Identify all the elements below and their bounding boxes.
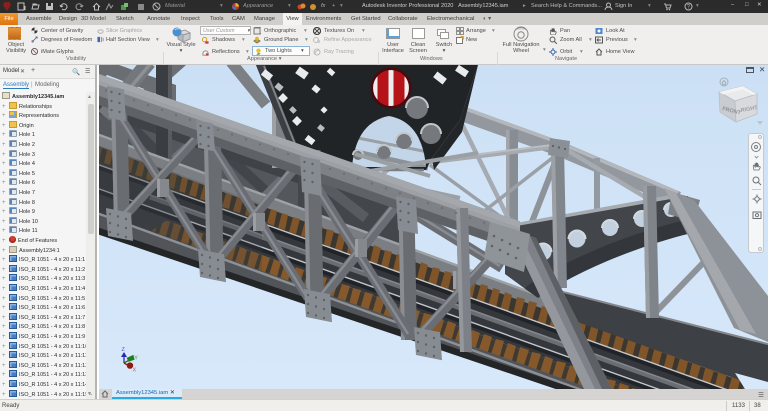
svg-text:X: X (133, 368, 137, 374)
svg-text:Y: Y (134, 356, 138, 362)
